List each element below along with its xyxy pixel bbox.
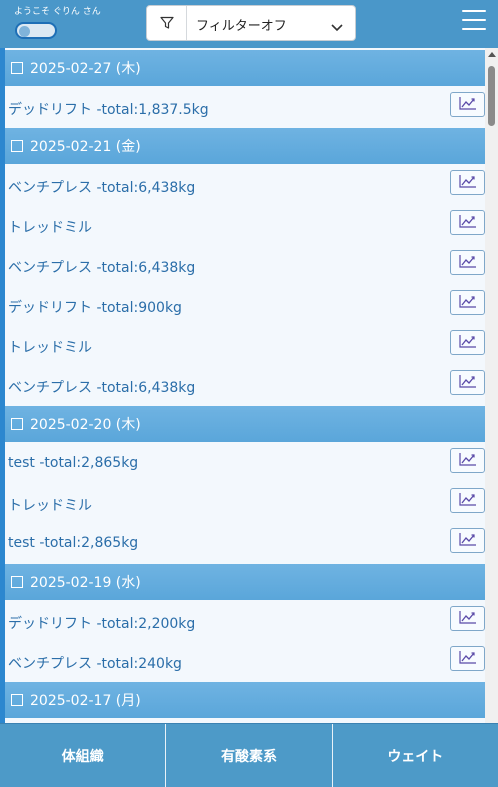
date-label: 2025-02-20 (木) [30,417,141,433]
exercise-label: デッドリフト -total:900kg [8,300,182,316]
chart-button[interactable] [450,488,485,513]
workout-list: 2025-02-27 (木) デッドリフト -total:1,837.5kg 202… [0,48,498,723]
exercise-label: test -total:2,865kg [8,535,139,551]
chart-button[interactable] [450,250,485,275]
chart-button[interactable] [450,92,485,117]
list-item[interactable]: ベンチプレス -total:6,438kg [7,246,485,286]
list-item[interactable]: デッドリフト -total:2,200kg [7,602,485,642]
chart-button[interactable] [450,646,485,671]
chart-button[interactable] [450,606,485,631]
chart-icon [458,451,477,470]
welcome-text: ようこそ ぐりん さん [14,7,101,17]
date-label: 2025-02-19 (水) [30,575,141,591]
chart-button[interactable] [450,330,485,355]
list-item[interactable]: トレッドミル [7,206,485,246]
chart-button[interactable] [450,290,485,315]
exercise-label: ベンチプレス -total:240kg [8,656,182,672]
exercise-label: ベンチプレス -total:6,438kg [8,180,196,196]
bottom-tab-bar: 体組織 有酸素系 ウェイト [0,723,498,787]
list-item[interactable]: test -total:2,865kg [7,444,485,484]
chart-button[interactable] [450,448,485,473]
chart-icon [458,253,477,272]
chart-icon [458,333,477,352]
filter-value: フィルターオフ [196,19,287,34]
tab-2[interactable]: 有酸素系 [166,724,333,787]
exercise-label: トレッドミル [8,498,92,514]
list-item[interactable]: トレッドミル [7,326,485,366]
date-header[interactable]: 2025-02-20 (木) [5,406,485,442]
date-label: 2025-02-27 (木) [30,61,141,77]
app-root: ようこそ ぐりん さん フィルターオフ 2025-02-27 (木) デッドリフト… [0,0,498,787]
toggle-switch[interactable] [15,22,57,39]
list-item[interactable]: デッドリフト -total:1,837.5kg [7,88,485,128]
chart-button[interactable] [450,370,485,395]
exercise-label: ベンチプレス -total:6,438kg [8,260,196,276]
hamburger-menu-icon[interactable] [462,10,488,34]
chart-button[interactable] [450,210,485,235]
app-header: ようこそ ぐりん さん フィルターオフ [0,0,498,48]
tab-3[interactable]: ウェイト [333,724,498,787]
chart-icon [458,213,477,232]
checkbox-icon[interactable] [11,62,23,74]
checkbox-icon[interactable] [11,576,23,588]
exercise-label: test -total:2,865kg [8,455,139,471]
tab-1[interactable]: 体組織 [0,724,167,787]
list-item[interactable]: デッドリフト -total:900kg [7,286,485,326]
list-item[interactable]: トレッドミル [7,484,485,524]
list-item[interactable]: ベンチプレス -total:240kg [7,642,485,682]
chart-icon [458,609,477,628]
date-header[interactable]: 2025-02-17 (月) [5,682,485,718]
list-item[interactable]: ベンチプレス -total:6,438kg [7,366,485,406]
exercise-label: トレッドミル [8,220,92,236]
chevron-down-icon [331,17,343,36]
chart-icon [458,649,477,668]
chart-button[interactable] [450,528,485,553]
scroll-up-arrow[interactable] [488,52,496,57]
chart-icon [458,373,477,392]
exercise-label: ベンチプレス -total:6,438kg [8,380,196,396]
checkbox-icon[interactable] [11,140,23,152]
filter-select[interactable]: フィルターオフ [146,5,356,41]
exercise-label: デッドリフト -total:1,837.5kg [8,102,209,118]
chart-icon [458,491,477,510]
date-header[interactable]: 2025-02-19 (水) [5,564,485,600]
date-label: 2025-02-21 (金) [30,139,141,155]
chart-icon [458,95,477,114]
date-label: 2025-02-17 (月) [30,693,141,709]
exercise-label: デッドリフト -total:2,200kg [8,616,196,632]
list-item[interactable]: test -total:2,865kg [7,524,485,564]
date-header[interactable]: 2025-02-21 (金) [5,128,485,164]
list-item[interactable]: ベンチプレス -total:6,438kg [7,166,485,206]
scrollbar[interactable] [485,48,498,723]
chart-icon [458,173,477,192]
chart-button[interactable] [450,170,485,195]
filter-icon [147,6,187,40]
toggle-knob [19,25,30,37]
date-header[interactable]: 2025-02-27 (木) [5,50,485,86]
checkbox-icon[interactable] [11,418,23,430]
scrollbar-thumb[interactable] [488,66,495,126]
chart-icon [458,531,477,550]
exercise-label: トレッドミル [8,340,92,356]
checkbox-icon[interactable] [11,694,23,706]
chart-icon [458,293,477,312]
